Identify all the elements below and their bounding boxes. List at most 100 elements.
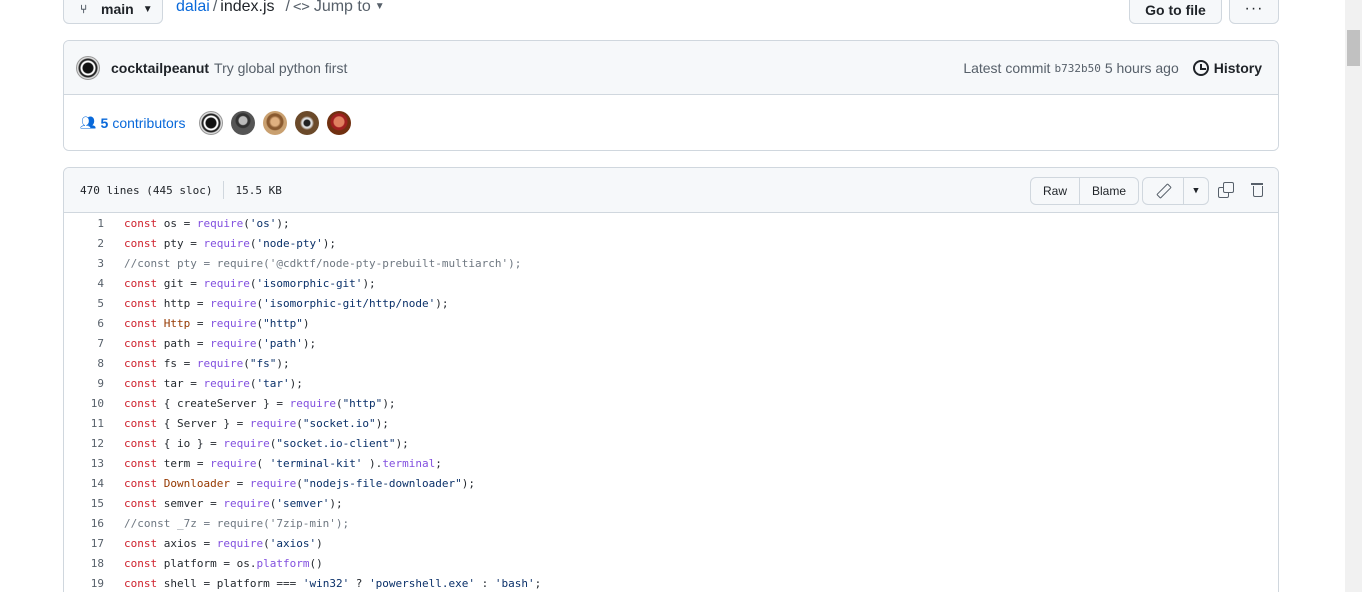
code-token: const [124, 216, 158, 230]
code-token: "socket.io-client" [276, 436, 396, 450]
copy-icon[interactable] [1218, 182, 1234, 198]
line-number[interactable]: 10 [64, 397, 104, 410]
code-token: "http" [342, 396, 383, 410]
chevron-down-icon: ▼ [142, 3, 153, 15]
code-token: require [223, 496, 270, 510]
line-source: const { createServer } = require("http")… [124, 397, 396, 410]
contributors-label: contributors [112, 115, 186, 131]
code-token: tar = [157, 376, 204, 390]
file-line-count: 470 lines (445 sloc) [80, 183, 213, 197]
code-token: ); [382, 396, 396, 410]
breadcrumb-separator: / [212, 0, 218, 15]
line-number[interactable]: 11 [64, 417, 104, 430]
contributor-avatar[interactable] [199, 111, 224, 135]
code-line: 1 const os = require('os'); [64, 213, 1278, 233]
code-token: Http [163, 316, 191, 330]
line-number[interactable]: 12 [64, 437, 104, 450]
code-token: require [196, 356, 244, 370]
line-source: const fs = require("fs"); [124, 357, 290, 370]
line-number[interactable]: 14 [64, 477, 104, 490]
code-token: { createServer } = [157, 396, 290, 410]
code-token: const [124, 236, 158, 250]
line-number[interactable]: 5 [64, 297, 104, 310]
jump-to-button[interactable]: / <> Jump to ▼ [283, 0, 385, 19]
history-link[interactable]: History [1192, 60, 1262, 76]
commit-message-link[interactable]: Try global python first [214, 60, 347, 76]
code-token: 'axios' [269, 536, 317, 550]
code-token: 'os' [249, 216, 277, 230]
edit-file-button[interactable] [1143, 178, 1183, 204]
branch-select-button[interactable]: ⑂ main ▼ [63, 0, 163, 24]
code-token: require [223, 436, 270, 450]
line-source: const Http = require("http") [124, 317, 309, 330]
scrollbar-thumb[interactable] [1347, 30, 1360, 66]
line-number[interactable]: 4 [64, 277, 104, 290]
line-source: const os = require('os'); [124, 217, 290, 230]
code-token: git = [157, 276, 204, 290]
line-number[interactable]: 19 [64, 577, 104, 590]
code-token: os = [157, 216, 197, 230]
git-branch-icon: ⑂ [80, 2, 88, 16]
code-token: ? [349, 576, 370, 590]
contributor-avatar[interactable] [231, 111, 256, 135]
code-token: { Server } = [157, 416, 250, 430]
code-line: 8 const fs = require("fs"); [64, 353, 1278, 373]
code-token: 'win32' [302, 576, 350, 590]
line-number[interactable]: 6 [64, 317, 104, 330]
code-token: 'tar' [256, 376, 290, 390]
code-token: term = [157, 456, 211, 470]
line-source: const shell = platform === 'win32' ? 'po… [124, 577, 541, 590]
file-size: 15.5 KB [235, 183, 282, 197]
commit-author-link[interactable]: cocktailpeanut [111, 60, 209, 76]
line-number[interactable]: 17 [64, 537, 104, 550]
code-token: 'isomorphic-git' [256, 276, 363, 290]
contributor-avatar[interactable] [327, 111, 352, 135]
line-number[interactable]: 1 [64, 217, 104, 230]
edit-dropdown-button[interactable]: ▼ [1183, 178, 1208, 204]
repo-link[interactable]: dalai [176, 0, 210, 19]
line-source: //const _7z = require('7zip-min'); [124, 517, 349, 530]
file-viewer: 470 lines (445 sloc) 15.5 KB Raw Blame ▼… [63, 167, 1279, 592]
code-token: //const _7z = require('7zip-min'); [124, 516, 350, 530]
go-to-file-button[interactable]: Go to file [1129, 0, 1222, 24]
line-number[interactable]: 7 [64, 337, 104, 350]
line-number[interactable]: 2 [64, 237, 104, 250]
line-number[interactable]: 9 [64, 377, 104, 390]
contributor-avatars [199, 111, 359, 135]
line-number[interactable]: 18 [64, 557, 104, 570]
code-token: ); [362, 276, 376, 290]
code-token: ); [435, 296, 449, 310]
code-token: ; [435, 456, 442, 470]
commit-sha-link[interactable]: b732b50 [1054, 62, 1100, 75]
more-options-button[interactable]: ··· [1229, 0, 1279, 24]
code-token: ); [395, 436, 409, 450]
line-number[interactable]: 8 [64, 357, 104, 370]
trash-icon[interactable] [1251, 181, 1263, 197]
contributors-link[interactable]: 👥︎ 5 contributors [80, 115, 185, 131]
line-number[interactable]: 3 [64, 257, 104, 270]
code-line: 18 const platform = os.platform() [64, 553, 1278, 573]
line-number[interactable]: 13 [64, 457, 104, 470]
code-token: require [196, 216, 244, 230]
code-token: terminal [382, 456, 436, 470]
code-token: path = [157, 336, 211, 350]
line-number[interactable]: 15 [64, 497, 104, 510]
contributor-avatar[interactable] [295, 111, 320, 135]
divider [223, 181, 225, 199]
author-avatar[interactable] [76, 55, 100, 80]
blame-button[interactable]: Blame [1079, 178, 1138, 204]
code-token: const [124, 496, 158, 510]
page-scrollbar[interactable] [1345, 0, 1362, 592]
raw-button[interactable]: Raw [1031, 178, 1079, 204]
code-token: ( [263, 536, 270, 550]
code-token: require [249, 416, 297, 430]
commit-meta: Latest commit b732b50 5 hours ago Histor… [963, 41, 1262, 95]
triangle-down-icon: ▼ [1193, 186, 1199, 196]
line-number[interactable]: 16 [64, 517, 104, 530]
code-token: ( [335, 396, 343, 410]
code-listing: 1 const os = require('os'); 2 const pty = r… [64, 213, 1278, 592]
contributor-avatar[interactable] [263, 111, 288, 135]
code-token: shell = platform === [157, 576, 303, 590]
people-icon: 👥︎ [80, 115, 97, 130]
